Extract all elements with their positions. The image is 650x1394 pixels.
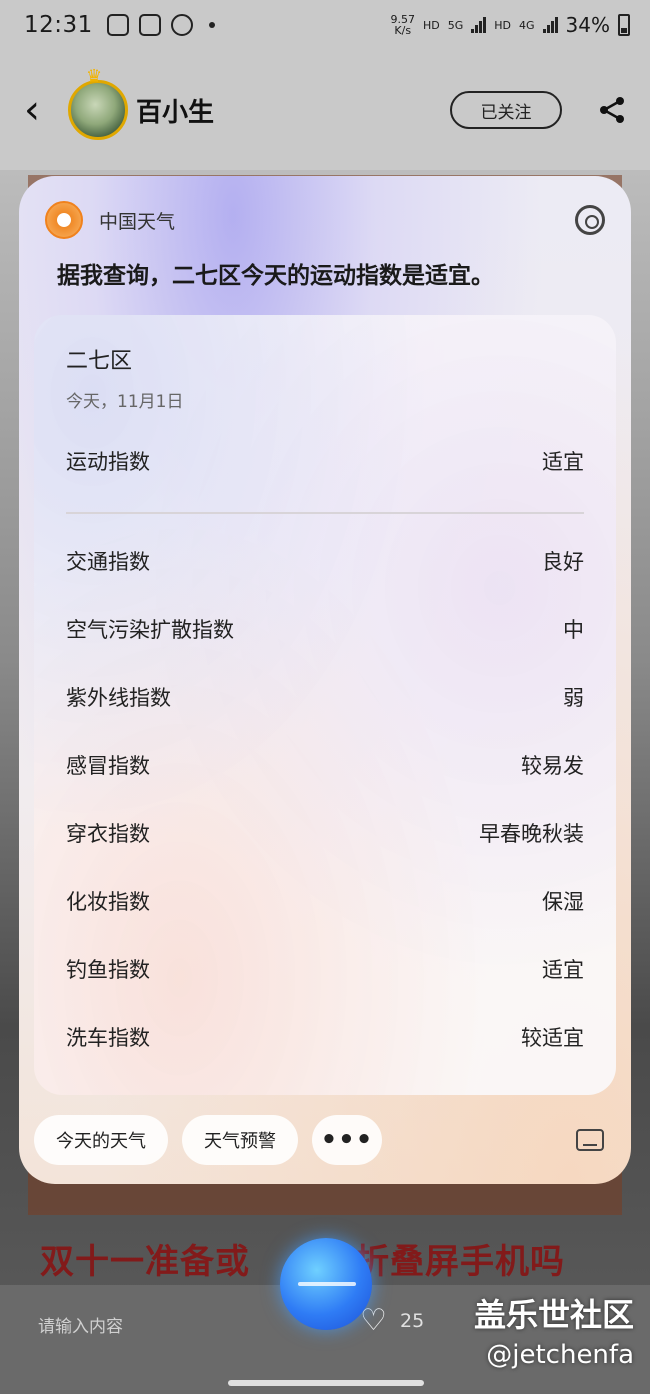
index-value: 适宜 <box>542 958 584 982</box>
settings-gear-icon[interactable] <box>575 205 605 235</box>
app-name: 中国天气 <box>99 210 176 233</box>
index-row: 空气污染扩散指数 中 <box>66 611 584 647</box>
network-type-4g: 4G <box>519 18 535 32</box>
index-row: 洗车指数 较适宜 <box>66 1019 584 1055</box>
hd-label: HD <box>494 18 512 32</box>
suggestion-chips: 今天的天气 天气预警 ••• <box>34 1115 616 1165</box>
assistant-card: 中国天气 据我查询，二七区今天的运动指数是适宜。 二七区 今天，11月1日 运动… <box>19 176 631 1184</box>
like-count: 25 <box>400 1310 425 1332</box>
notification-app-icon <box>170 14 193 36</box>
follow-button[interactable]: 已关注 <box>450 91 562 129</box>
avatar-image <box>68 80 128 140</box>
divider <box>66 512 584 514</box>
index-row: 穿衣指数 早春晚秋装 <box>66 815 584 851</box>
watermark-user: @jetchenfa <box>486 1340 634 1370</box>
battery-icon <box>618 14 630 36</box>
signal-icon <box>542 17 558 33</box>
watermark-site: 盖乐世社区 <box>473 1296 634 1334</box>
index-label: 交通指数 <box>66 550 150 574</box>
index-label: 感冒指数 <box>66 754 150 778</box>
notification-app-icon <box>138 14 161 36</box>
more-options-button[interactable]: ••• <box>312 1115 382 1165</box>
more-notifications-dot <box>208 22 215 28</box>
weather-app-logo-icon <box>45 201 83 239</box>
assistant-card-header: 中国天气 <box>45 200 605 240</box>
back-arrow-icon[interactable]: ‹ <box>24 90 64 130</box>
keyboard-icon[interactable] <box>576 1129 604 1151</box>
hd-label: HD <box>422 18 440 32</box>
username[interactable]: 百小生 <box>136 92 214 129</box>
location-name: 二七区 <box>66 349 133 374</box>
weather-index-panel[interactable]: 二七区 今天，11月1日 运动指数 适宜 交通指数 良好 空气污染扩散指数 中 … <box>34 315 616 1095</box>
index-value: 适宜 <box>542 450 584 474</box>
status-time: 12:31 <box>24 12 93 38</box>
date-label: 今天，11月1日 <box>66 392 184 412</box>
index-value: 中 <box>563 618 584 642</box>
signal-icon <box>471 17 487 33</box>
assistant-orb-icon[interactable] <box>280 1238 372 1330</box>
index-row: 交通指数 良好 <box>66 543 584 579</box>
chip-today-weather[interactable]: 今天的天气 <box>34 1115 168 1165</box>
status-notification-icons <box>106 14 215 36</box>
index-row: 紫外线指数 弱 <box>66 679 584 715</box>
notification-app-icon <box>106 14 129 36</box>
status-system-icons: 9.57 K/s HD 5G HD 4G 34% <box>390 13 630 37</box>
network-type-5g: 5G <box>447 18 464 32</box>
status-bar: 12:31 9.57 K/s HD 5G HD 4G 34% <box>0 0 650 50</box>
index-value: 较适宜 <box>521 1026 584 1050</box>
index-row: 钓鱼指数 适宜 <box>66 951 584 987</box>
index-row: 感冒指数 较易发 <box>66 747 584 783</box>
index-row-primary: 运动指数 适宜 <box>66 443 584 479</box>
index-label: 穿衣指数 <box>66 822 150 846</box>
crown-icon: ♛ <box>86 66 103 87</box>
index-value: 弱 <box>563 686 584 710</box>
index-label: 运动指数 <box>66 450 150 474</box>
index-label: 钓鱼指数 <box>66 958 150 982</box>
battery-percent: 34% <box>565 13 610 37</box>
index-label: 化妆指数 <box>66 890 150 914</box>
avatar[interactable]: ♛ <box>68 66 128 140</box>
index-value: 保湿 <box>542 890 584 914</box>
assistant-answer: 据我查询，二七区今天的运动指数是适宜。 <box>57 263 494 289</box>
index-value: 良好 <box>542 550 584 574</box>
comment-input[interactable]: 请输入内容 <box>38 1312 123 1337</box>
chip-weather-alert[interactable]: 天气预警 <box>182 1115 298 1165</box>
profile-header: ‹ ♛ 百小生 已关注 <box>0 50 650 170</box>
index-label: 洗车指数 <box>66 1026 150 1050</box>
index-value: 较易发 <box>521 754 584 778</box>
index-value: 早春晚秋装 <box>479 822 584 846</box>
index-label: 空气污染扩散指数 <box>66 618 234 642</box>
share-icon[interactable] <box>598 96 626 124</box>
network-speed: 9.57 K/s <box>390 13 415 37</box>
index-row: 化妆指数 保湿 <box>66 883 584 919</box>
share-icon-glyph <box>600 97 624 123</box>
index-label: 紫外线指数 <box>66 686 171 710</box>
home-indicator[interactable] <box>228 1380 424 1386</box>
